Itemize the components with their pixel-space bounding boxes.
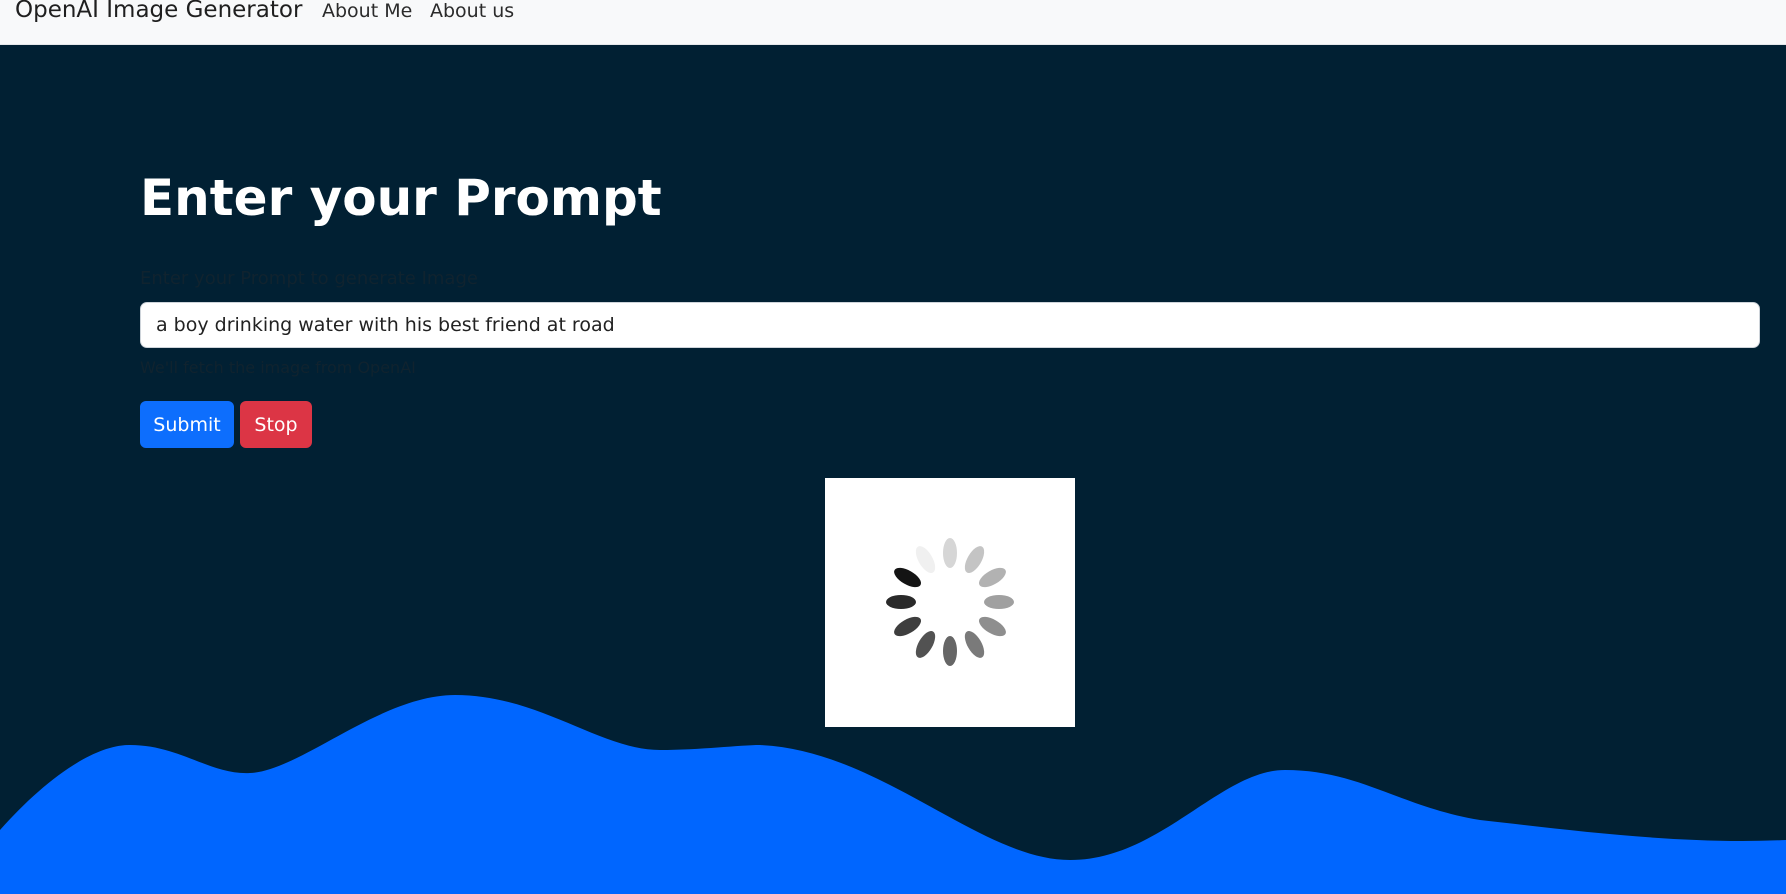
submit-button[interactable]: Submit bbox=[140, 401, 234, 448]
stop-button[interactable]: Stop bbox=[240, 401, 312, 448]
prompt-label: Enter your Prompt to generate Image bbox=[140, 268, 478, 289]
page-title: Enter your Prompt bbox=[140, 169, 662, 227]
brand-link[interactable]: OpenAI Image Generator bbox=[15, 0, 302, 23]
nav-link-about-us[interactable]: About us bbox=[430, 0, 514, 22]
image-placeholder bbox=[825, 478, 1075, 727]
prompt-input[interactable] bbox=[140, 302, 1760, 348]
help-text: We'll fetch the image from OpenAI bbox=[140, 358, 416, 377]
nav-link-about-me[interactable]: About Me bbox=[322, 0, 412, 22]
loading-spinner-icon bbox=[886, 538, 1014, 666]
main-content: Enter your Prompt Enter your Prompt to g… bbox=[0, 45, 1786, 894]
navbar: OpenAI Image Generator About Me About us bbox=[0, 0, 1786, 45]
